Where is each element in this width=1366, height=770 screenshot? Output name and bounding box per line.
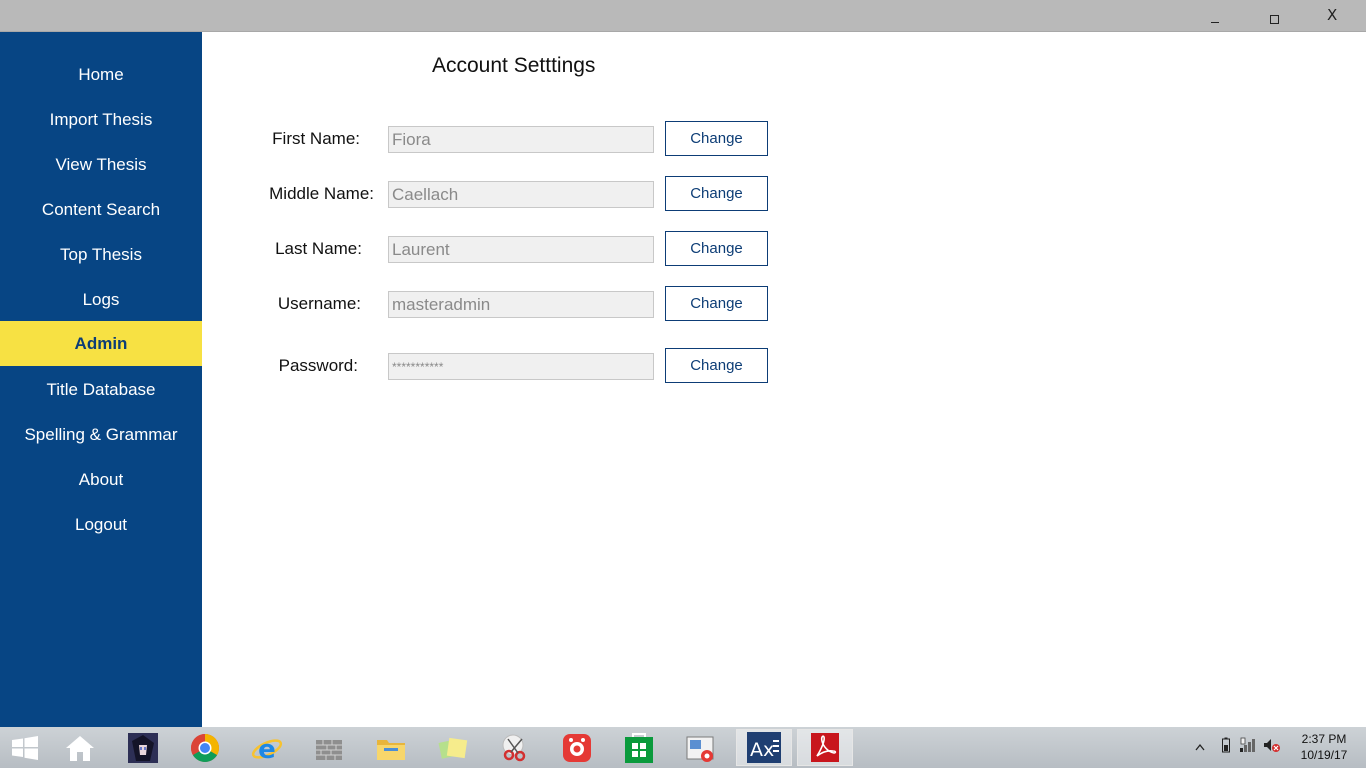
sticky-notes-icon[interactable] xyxy=(436,731,470,765)
change-first-name-button[interactable]: Change xyxy=(665,121,768,156)
acrobat-icon[interactable] xyxy=(797,729,853,766)
minimize-button[interactable] xyxy=(1192,0,1238,32)
sidebar-item-home[interactable]: Home xyxy=(0,52,202,97)
file-explorer-icon[interactable] xyxy=(374,731,408,765)
ax-app-icon[interactable]: Ax xyxy=(736,729,792,766)
window-title-bar: X xyxy=(0,0,1366,32)
show-hidden-icons-icon[interactable] xyxy=(1195,741,1205,754)
last-name-field[interactable] xyxy=(388,236,654,263)
change-password-button[interactable]: Change xyxy=(665,348,768,383)
password-label: Password: xyxy=(278,356,358,375)
username-label: Username: xyxy=(277,294,361,313)
page-title: Account Setttings xyxy=(432,54,596,77)
screen-recorder-icon[interactable] xyxy=(560,731,594,765)
chrome-icon[interactable] xyxy=(188,731,222,765)
firewall-icon[interactable] xyxy=(312,731,346,765)
middle-name-field[interactable] xyxy=(388,181,654,208)
svg-text:e: e xyxy=(258,735,276,765)
close-icon: X xyxy=(1327,6,1338,24)
taskbar-clock[interactable]: 2:37 PM 10/19/17 xyxy=(1294,731,1354,763)
sidebar-item-logout[interactable]: Logout xyxy=(0,502,202,547)
maximize-icon xyxy=(1270,15,1279,24)
first-name-field[interactable] xyxy=(388,126,654,153)
network-icon[interactable] xyxy=(1239,737,1257,756)
minimize-icon xyxy=(1211,22,1219,23)
taskbar: e Ax 2:37 PM 10/19/17 xyxy=(0,727,1366,768)
change-last-name-button[interactable]: Change xyxy=(665,231,768,266)
clock-date: 10/19/17 xyxy=(1300,748,1348,762)
maximize-button[interactable] xyxy=(1251,0,1297,32)
windows-start-icon[interactable] xyxy=(8,731,42,765)
password-field[interactable] xyxy=(388,353,654,380)
first-name-label: First Name: xyxy=(272,129,360,148)
battery-icon[interactable] xyxy=(1221,737,1231,756)
home-icon[interactable] xyxy=(63,731,97,765)
anime-avatar-icon[interactable] xyxy=(126,731,160,765)
sidebar-item-about[interactable]: About xyxy=(0,457,202,502)
account-settings-panel: Account Setttings First Name: Change Mid… xyxy=(202,32,1366,727)
clock-time: 2:37 PM xyxy=(1301,732,1347,746)
store-icon[interactable] xyxy=(622,731,656,765)
close-button[interactable]: X xyxy=(1310,0,1356,32)
sidebar-item-spelling-grammar[interactable]: Spelling & Grammar xyxy=(0,412,202,457)
snipping-tool-icon[interactable] xyxy=(498,731,532,765)
username-field[interactable] xyxy=(388,291,654,318)
middle-name-label: Middle Name: xyxy=(269,184,374,203)
media-player-icon[interactable] xyxy=(684,731,718,765)
volume-muted-icon[interactable] xyxy=(1263,737,1281,756)
last-name-label: Last Name: xyxy=(275,239,362,258)
internet-explorer-icon[interactable]: e xyxy=(250,731,284,765)
change-middle-name-button[interactable]: Change xyxy=(665,176,768,211)
change-username-button[interactable]: Change xyxy=(665,286,768,321)
svg-text:Ax: Ax xyxy=(750,739,774,761)
